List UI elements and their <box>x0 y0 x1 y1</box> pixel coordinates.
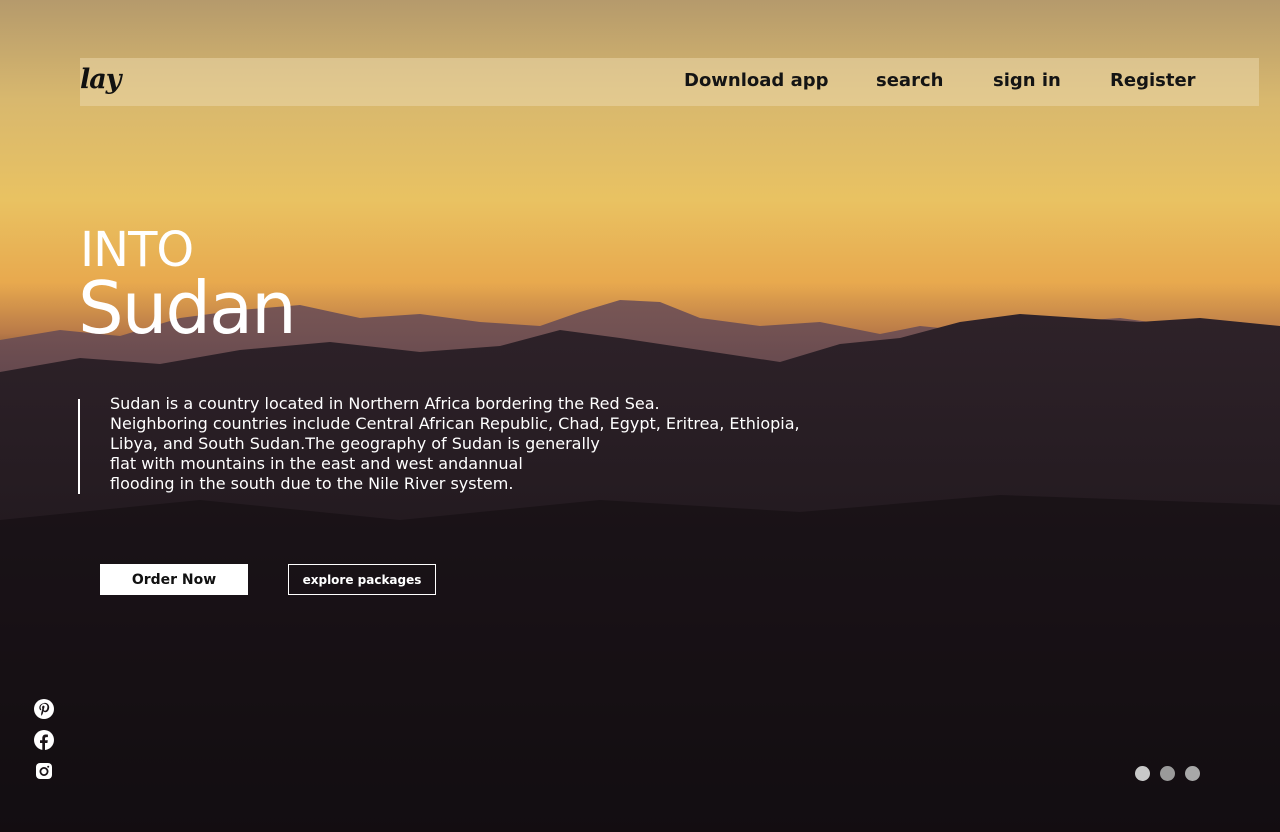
carousel-dot-3[interactable] <box>1185 766 1200 781</box>
nav-download-app-link[interactable]: Download app <box>684 70 829 91</box>
description-line: flooding in the south due to the Nile Ri… <box>110 474 514 493</box>
description-line: Sudan is a country located in Northern A… <box>110 394 660 413</box>
order-now-button[interactable]: Order Now <box>100 564 248 595</box>
nav-search-link[interactable]: search <box>876 70 943 91</box>
pinterest-icon[interactable] <box>34 699 54 719</box>
top-navbar: lay Download app search sign in Register <box>80 58 1259 106</box>
nav-sign-in-link[interactable]: sign in <box>993 70 1061 91</box>
explore-packages-button[interactable]: explore packages <box>288 564 436 595</box>
carousel-dot-2[interactable] <box>1160 766 1175 781</box>
description-line: Libya, and South Sudan.The geography of … <box>110 434 600 453</box>
brand-logo[interactable]: lay <box>80 64 121 95</box>
hero-background: lay Download app search sign in Register… <box>0 0 1280 832</box>
carousel-dot-1[interactable] <box>1135 766 1150 781</box>
facebook-icon[interactable] <box>34 730 54 750</box>
instagram-icon[interactable] <box>34 761 54 781</box>
hero-description: Sudan is a country located in Northern A… <box>78 394 840 494</box>
nav-register-link[interactable]: Register <box>1110 70 1196 91</box>
hero-title: Sudan <box>78 266 297 350</box>
description-line: Neighboring countries include Central Af… <box>110 414 800 433</box>
description-line: flat with mountains in the east and west… <box>110 454 523 473</box>
